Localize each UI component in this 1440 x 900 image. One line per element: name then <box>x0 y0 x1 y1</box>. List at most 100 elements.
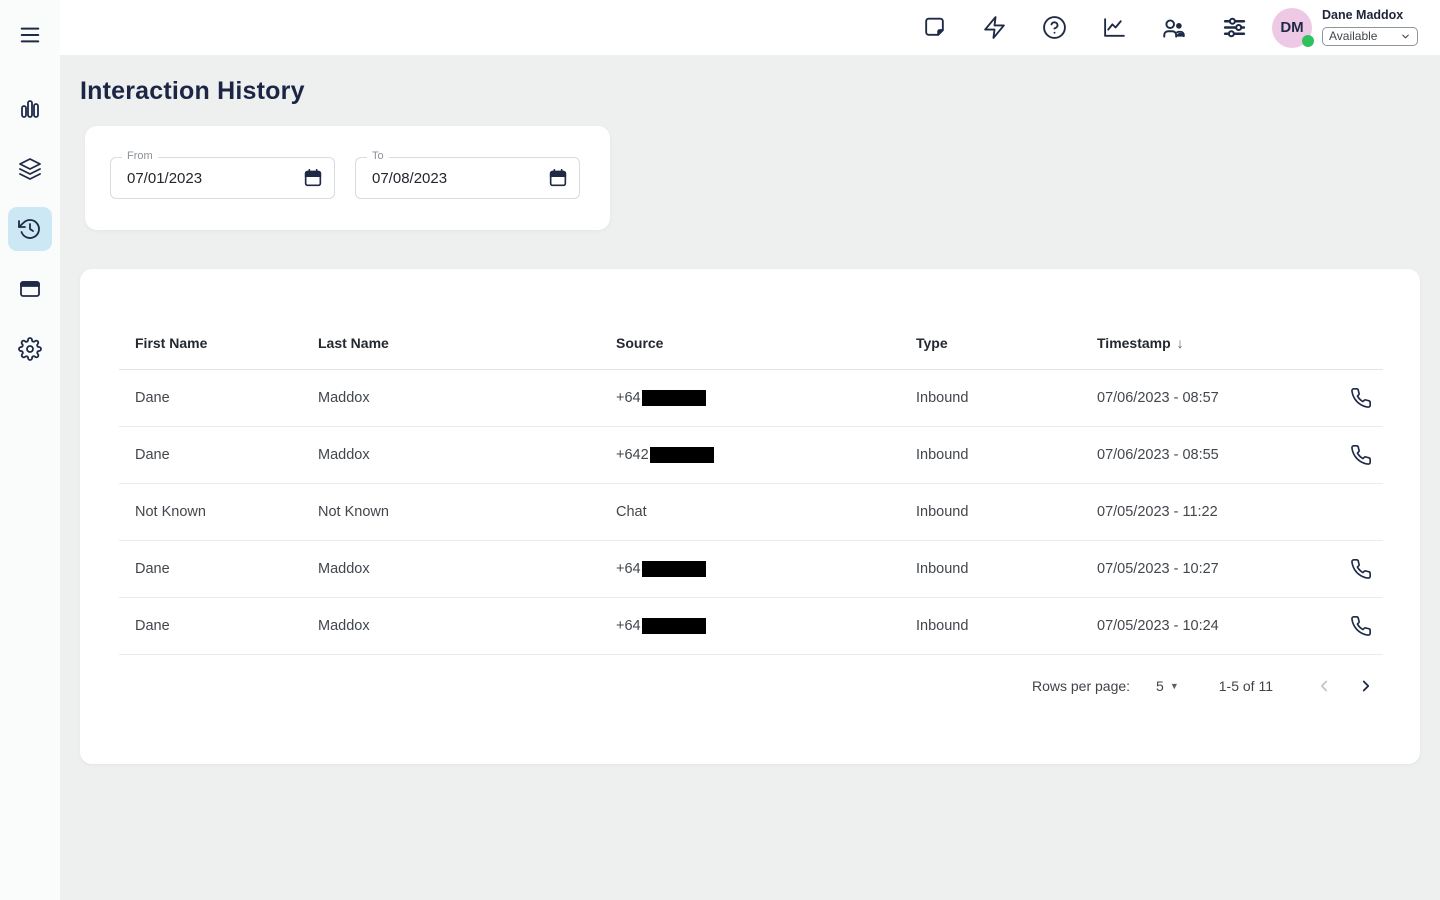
cell-source: +64 <box>600 618 900 634</box>
call-button[interactable] <box>1343 382 1379 414</box>
preferences-button[interactable] <box>1204 6 1264 50</box>
previous-page-button[interactable] <box>1307 669 1341 703</box>
sidebar-item-workspace[interactable] <box>8 267 52 311</box>
cell-source: +642 <box>600 447 900 463</box>
sidebar <box>0 0 60 900</box>
header-source: Source <box>600 335 900 351</box>
avatar-initials: DM <box>1280 19 1303 36</box>
phone-icon <box>1350 444 1372 466</box>
cell-source: Chat <box>600 504 900 520</box>
cell-actions <box>1323 610 1383 642</box>
cell-first-name: Not Known <box>119 504 302 520</box>
sidebar-item-settings[interactable] <box>8 327 52 371</box>
interaction-table-card: First Name Last Name Source Type Timesta… <box>80 269 1420 764</box>
table-row: Dane Maddox +64 Inbound 07/05/2023 - 10:… <box>119 541 1383 598</box>
lightning-icon <box>982 15 1007 40</box>
browser-window-icon <box>18 277 42 301</box>
phone-icon <box>1350 615 1372 637</box>
header-timestamp[interactable]: Timestamp ↓ <box>1081 335 1323 351</box>
sliders-icon <box>1222 15 1247 40</box>
cell-timestamp: 07/05/2023 - 11:22 <box>1081 504 1323 520</box>
cell-first-name: Dane <box>119 618 302 634</box>
cell-type: Inbound <box>900 618 1081 634</box>
rows-per-page-select[interactable]: 5 ▼ <box>1156 678 1179 694</box>
pagination-bar: Rows per page: 5 ▼ 1-5 of 11 <box>119 655 1383 717</box>
from-calendar-button[interactable] <box>299 165 327 191</box>
help-button[interactable] <box>1024 6 1084 50</box>
user-chip: DM Dane Maddox Available <box>1272 8 1418 48</box>
call-button[interactable] <box>1343 610 1379 642</box>
layers-icon <box>18 157 42 181</box>
cell-last-name: Maddox <box>302 447 600 463</box>
cell-timestamp: 07/05/2023 - 10:24 <box>1081 618 1323 634</box>
cell-type: Inbound <box>900 390 1081 406</box>
status-value: Available <box>1329 29 1377 43</box>
line-chart-icon <box>1102 15 1127 40</box>
rows-per-page-label: Rows per page: <box>1032 678 1130 694</box>
notes-button[interactable] <box>904 6 964 50</box>
sidebar-item-queues[interactable] <box>8 147 52 191</box>
sort-desc-icon: ↓ <box>1177 335 1184 351</box>
help-icon <box>1042 15 1067 40</box>
cell-timestamp: 07/05/2023 - 10:27 <box>1081 561 1323 577</box>
next-page-button[interactable] <box>1349 669 1383 703</box>
call-button[interactable] <box>1343 553 1379 585</box>
table-row: Dane Maddox +64 Inbound 07/05/2023 - 10:… <box>119 598 1383 655</box>
page-title: Interaction History <box>80 77 1440 106</box>
cell-actions <box>1323 553 1383 585</box>
caret-down-icon: ▼ <box>1170 681 1179 691</box>
from-date-field: From <box>110 157 335 199</box>
redaction-bar <box>642 561 706 577</box>
sidebar-item-reports[interactable] <box>8 87 52 131</box>
header-first-name: First Name <box>119 335 302 351</box>
header-last-name: Last Name <box>302 335 600 351</box>
contacts-button[interactable] <box>1144 6 1204 50</box>
status-select[interactable]: Available <box>1322 27 1418 46</box>
table-row: Not Known Not Known Chat Inbound 07/05/2… <box>119 484 1383 541</box>
chevron-right-icon <box>1357 677 1375 695</box>
notes-icon <box>922 15 947 40</box>
bar-chart-icon <box>18 97 42 121</box>
avatar[interactable]: DM <box>1272 8 1312 48</box>
cell-type: Inbound <box>900 447 1081 463</box>
calendar-icon <box>302 167 324 189</box>
hamburger-icon <box>17 24 43 46</box>
cell-last-name: Not Known <box>302 504 600 520</box>
redaction-bar <box>650 447 714 463</box>
user-name: Dane Maddox <box>1322 8 1418 23</box>
cell-source: +64 <box>600 390 900 406</box>
header-type: Type <box>900 335 1081 351</box>
main-column: DM Dane Maddox Available Interaction His… <box>60 0 1440 900</box>
to-date-field: To <box>355 157 580 199</box>
history-icon <box>18 217 42 241</box>
app-root: DM Dane Maddox Available Interaction His… <box>0 0 1440 900</box>
sidebar-item-interaction-history[interactable] <box>8 207 52 251</box>
sidebar-nav <box>8 87 52 371</box>
quick-actions-button[interactable] <box>964 6 1024 50</box>
phone-icon <box>1350 387 1372 409</box>
calendar-icon <box>547 167 569 189</box>
analytics-button[interactable] <box>1084 6 1144 50</box>
user-meta: Dane Maddox Available <box>1322 8 1418 46</box>
cell-timestamp: 07/06/2023 - 08:57 <box>1081 390 1323 406</box>
cell-type: Inbound <box>900 504 1081 520</box>
table-row: Dane Maddox +64 Inbound 07/06/2023 - 08:… <box>119 370 1383 427</box>
to-label: To <box>367 150 389 162</box>
cell-type: Inbound <box>900 561 1081 577</box>
to-calendar-button[interactable] <box>544 165 572 191</box>
cell-first-name: Dane <box>119 447 302 463</box>
cell-first-name: Dane <box>119 390 302 406</box>
menu-toggle-button[interactable] <box>8 15 52 55</box>
date-filter-card: From To <box>85 126 610 230</box>
call-button[interactable] <box>1343 439 1379 471</box>
people-icon <box>1161 15 1187 41</box>
cell-first-name: Dane <box>119 561 302 577</box>
cell-timestamp: 07/06/2023 - 08:55 <box>1081 447 1323 463</box>
redaction-bar <box>642 390 706 406</box>
cell-last-name: Maddox <box>302 390 600 406</box>
cell-actions <box>1323 382 1383 414</box>
table-row: Dane Maddox +642 Inbound 07/06/2023 - 08… <box>119 427 1383 484</box>
from-label: From <box>122 150 158 162</box>
chevron-down-icon <box>1400 31 1411 42</box>
table-header-row: First Name Last Name Source Type Timesta… <box>119 317 1383 370</box>
